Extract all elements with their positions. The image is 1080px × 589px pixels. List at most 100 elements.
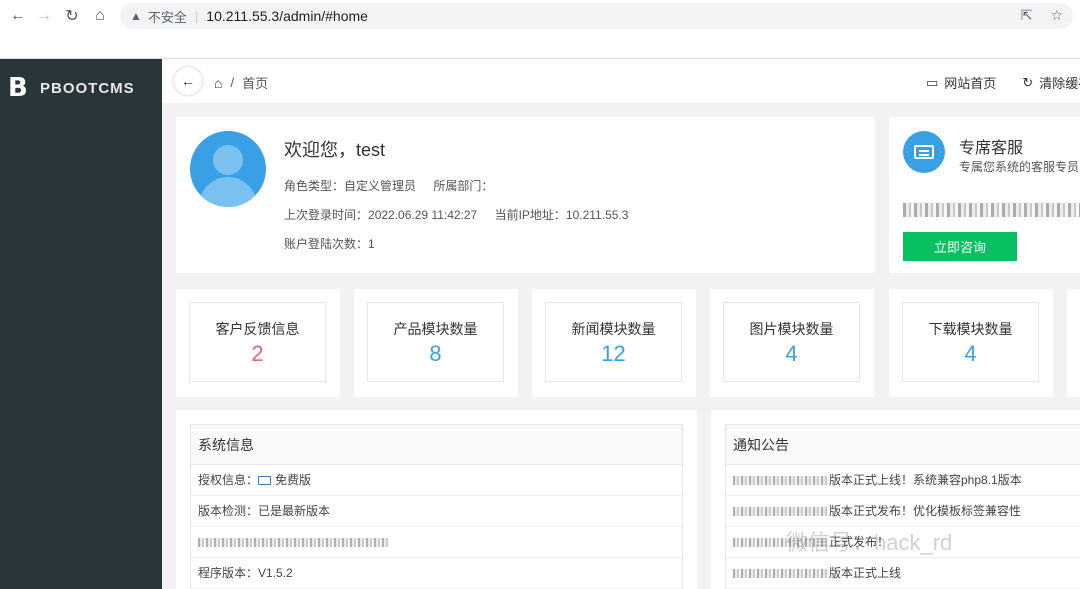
back-arrow-icon[interactable]: ← bbox=[4, 2, 32, 30]
breadcrumb: ⌂ / 首页 bbox=[214, 73, 268, 92]
clear-cache-label: 清除缓存 bbox=[1039, 76, 1080, 91]
list-item: 授权信息： 免费版 bbox=[191, 465, 682, 496]
program-version-label: 程序版本： bbox=[198, 566, 259, 580]
stat-pictures[interactable]: 图片模块数量 4 bbox=[723, 302, 860, 382]
stat-value: 2 bbox=[251, 341, 264, 366]
login-line: 上次登录时间：2022.06.29 11:42:27 当前IP地址：10.211… bbox=[284, 206, 628, 223]
system-info-panel: 系统信息 授权信息： 免费版 版本检测：已是最新版本 程序版本：V1.5.2 bbox=[176, 410, 697, 589]
list-item[interactable]: 版本正式上线！系统兼容php8.1版本 bbox=[726, 465, 1080, 496]
logo-mark-icon: B bbox=[8, 73, 28, 103]
stat-label: 新闻模块数量 bbox=[571, 321, 656, 337]
last-login-value: 2022.06.29 11:42:27 bbox=[368, 208, 478, 222]
stat-card: 产品模块数量 8 bbox=[354, 289, 518, 397]
url-text[interactable]: 10.211.55.3/admin/#home bbox=[206, 8, 368, 24]
stat-value: 12 bbox=[601, 341, 626, 366]
license-value: 免费版 bbox=[275, 473, 312, 487]
redacted-text bbox=[198, 538, 388, 547]
top-actions: ▭ 网站首页 ↻ 清除缓存 bbox=[926, 73, 1080, 92]
stat-card: 图片模块数量 4 bbox=[710, 289, 874, 397]
forward-arrow-icon[interactable]: → bbox=[30, 2, 58, 30]
share-icon[interactable]: ⇱ bbox=[1021, 7, 1033, 24]
stat-label: 图片模块数量 bbox=[749, 321, 834, 337]
notice-text: 正式发布！ bbox=[829, 535, 890, 549]
service-title: 专席客服 bbox=[959, 140, 1024, 157]
browser-toolbar: ← → ↻ ⌂ ▲ 不安全 | 10.211.55.3/admin/#home … bbox=[0, 0, 1080, 32]
notice-text: 版本正式上线！系统兼容php8.1版本 bbox=[829, 473, 1022, 487]
stat-value: 4 bbox=[964, 341, 977, 366]
license-label: 授权信息： bbox=[198, 473, 259, 487]
list-item bbox=[191, 527, 682, 558]
service-subtitle: 专属您系统的客服专员 bbox=[959, 160, 1080, 174]
reload-icon[interactable]: ↻ bbox=[58, 2, 86, 30]
redacted-text bbox=[733, 507, 829, 516]
stat-card: 新闻模块数量 12 bbox=[532, 289, 696, 397]
list-item[interactable]: 版本正式上线 bbox=[726, 558, 1080, 589]
stat-card-partial bbox=[1067, 289, 1080, 397]
redacted-text bbox=[733, 476, 829, 485]
stat-products[interactable]: 产品模块数量 8 bbox=[367, 302, 504, 382]
program-version-value: V1.5.2 bbox=[258, 566, 293, 580]
version-check-label: 版本检测： bbox=[198, 504, 259, 518]
consult-button[interactable]: 立即咨询 bbox=[903, 232, 1017, 261]
welcome-title: 欢迎您，test bbox=[284, 140, 386, 160]
monitor-icon: ▭ bbox=[926, 74, 939, 90]
service-contact-redacted bbox=[903, 203, 1080, 217]
back-button[interactable]: ← bbox=[174, 67, 202, 95]
stat-label: 客户反馈信息 bbox=[215, 321, 300, 337]
list-item[interactable]: 版本正式发布！优化模板标签兼容性 bbox=[726, 496, 1080, 527]
clear-cache-link[interactable]: ↻ 清除缓存 bbox=[1022, 73, 1080, 92]
stat-card: 客户反馈信息 2 bbox=[176, 289, 340, 397]
breadcrumb-separator: / bbox=[230, 75, 235, 90]
role-line: 角色类型：自定义管理员 所属部门： bbox=[284, 177, 493, 194]
service-panel: 专席客服 专属您系统的客服专员 立即咨询 bbox=[889, 117, 1080, 273]
notices-title: 通知公告 bbox=[726, 425, 1080, 465]
list-item[interactable]: 正式发布！ bbox=[726, 527, 1080, 558]
stat-value: 8 bbox=[429, 341, 442, 366]
ip-label: 当前IP地址： bbox=[494, 208, 566, 222]
site-home-label: 网站首页 bbox=[944, 76, 997, 91]
address-bar[interactable]: ▲ 不安全 | 10.211.55.3/admin/#home ⇱ ☆ bbox=[120, 3, 1073, 29]
system-info-title: 系统信息 bbox=[191, 425, 682, 465]
stat-label: 产品模块数量 bbox=[393, 321, 478, 337]
stat-feedback[interactable]: 客户反馈信息 2 bbox=[189, 302, 326, 382]
avatar-head bbox=[213, 145, 243, 175]
stat-label: 下载模块数量 bbox=[928, 321, 1013, 337]
notices-list: 通知公告 版本正式上线！系统兼容php8.1版本 版本正式发布！优化模板标签兼容… bbox=[725, 424, 1080, 589]
login-count-label: 账户登陆次数： bbox=[284, 237, 369, 251]
list-item: 程序版本：V1.5.2 bbox=[191, 558, 682, 589]
system-info-list: 系统信息 授权信息： 免费版 版本检测：已是最新版本 程序版本：V1.5.2 bbox=[190, 424, 683, 589]
avatar-body bbox=[199, 177, 257, 207]
ip-value: 10.211.55.3 bbox=[565, 208, 629, 222]
notice-text: 版本正式发布！优化模板标签兼容性 bbox=[829, 504, 1022, 518]
dept-label: 所属部门： bbox=[433, 179, 494, 193]
warning-icon: ▲ bbox=[130, 9, 142, 23]
insecure-label: 不安全 bbox=[147, 9, 187, 25]
refresh-icon: ↻ bbox=[1022, 74, 1034, 90]
notices-panel: 通知公告 版本正式上线！系统兼容php8.1版本 版本正式发布！优化模板标签兼容… bbox=[711, 410, 1080, 589]
site-home-link[interactable]: ▭ 网站首页 bbox=[926, 73, 996, 92]
stat-news[interactable]: 新闻模块数量 12 bbox=[545, 302, 682, 382]
avatar bbox=[190, 131, 266, 207]
role-label: 角色类型： bbox=[284, 179, 345, 193]
redacted-text bbox=[733, 569, 829, 578]
home-icon[interactable]: ⌂ bbox=[86, 2, 114, 30]
bookmark-star-icon[interactable]: ☆ bbox=[1050, 7, 1063, 24]
id-card-icon bbox=[903, 131, 945, 173]
sidebar: B PBOOTCMS bbox=[0, 59, 162, 589]
stat-downloads[interactable]: 下载模块数量 4 bbox=[902, 302, 1039, 382]
stat-value: 4 bbox=[785, 341, 798, 366]
address-separator: | bbox=[194, 8, 199, 24]
logo[interactable]: B PBOOTCMS bbox=[8, 71, 148, 105]
redacted-text bbox=[733, 538, 829, 547]
admin-app: B PBOOTCMS ← ⌂ / 首页 ▭ 网站首页 ↻ 清除缓存 欢迎您，t bbox=[0, 58, 1080, 589]
login-count-value: 1 bbox=[368, 237, 375, 251]
license-card-icon bbox=[258, 476, 272, 485]
welcome-panel: 欢迎您，test 角色类型：自定义管理员 所属部门： 上次登录时间：2022.0… bbox=[176, 117, 875, 273]
notice-text: 版本正式上线 bbox=[829, 566, 902, 580]
list-item: 版本检测：已是最新版本 bbox=[191, 496, 682, 527]
version-check-value: 已是最新版本 bbox=[258, 504, 331, 518]
logo-text: PBOOTCMS bbox=[40, 79, 135, 97]
home-icon[interactable]: ⌂ bbox=[214, 75, 222, 91]
breadcrumb-current: 首页 bbox=[242, 76, 269, 91]
top-bar: ← ⌂ / 首页 ▭ 网站首页 ↻ 清除缓存 bbox=[162, 59, 1080, 103]
